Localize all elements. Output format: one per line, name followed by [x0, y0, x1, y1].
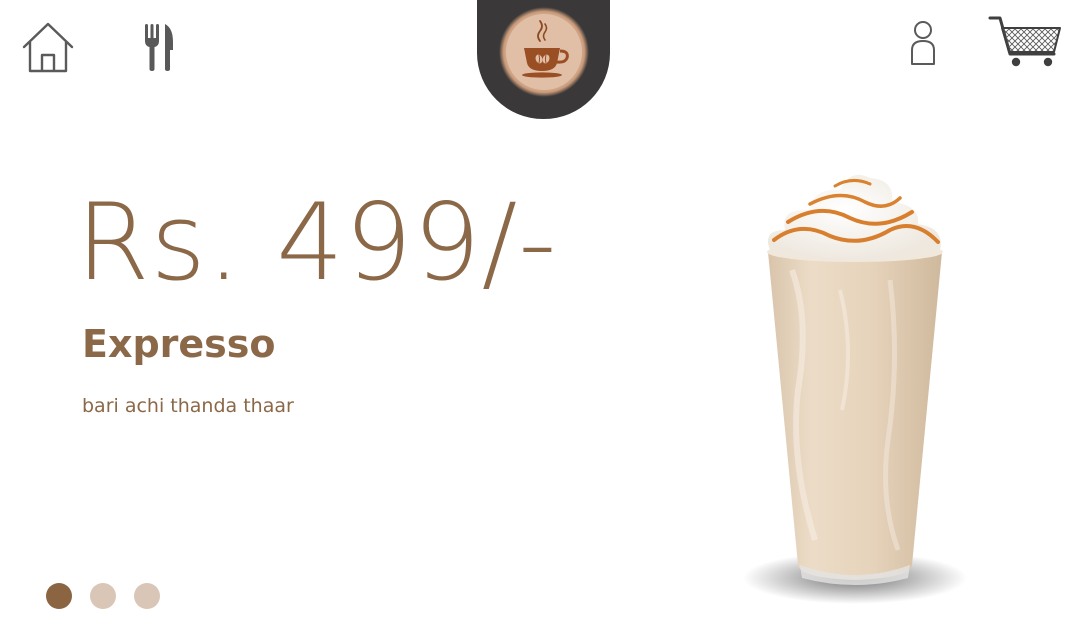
carousel-dot-2[interactable]	[90, 583, 116, 609]
product-name: Expresso	[82, 322, 276, 366]
coffee-cup-icon	[498, 7, 589, 97]
product-price: Rs. 499/-	[76, 181, 558, 304]
carousel-dot-1[interactable]	[46, 583, 72, 609]
product-image	[743, 174, 967, 604]
brand-logo-tab[interactable]	[477, 0, 610, 119]
user-icon[interactable]	[906, 20, 940, 66]
carousel-indicators	[46, 583, 160, 609]
utensils-icon[interactable]	[140, 22, 176, 72]
shopping-cart-icon[interactable]	[988, 14, 1064, 70]
product-description: bari achi thanda thaar	[82, 395, 294, 417]
home-icon[interactable]	[20, 20, 76, 74]
carousel-dot-3[interactable]	[134, 583, 160, 609]
